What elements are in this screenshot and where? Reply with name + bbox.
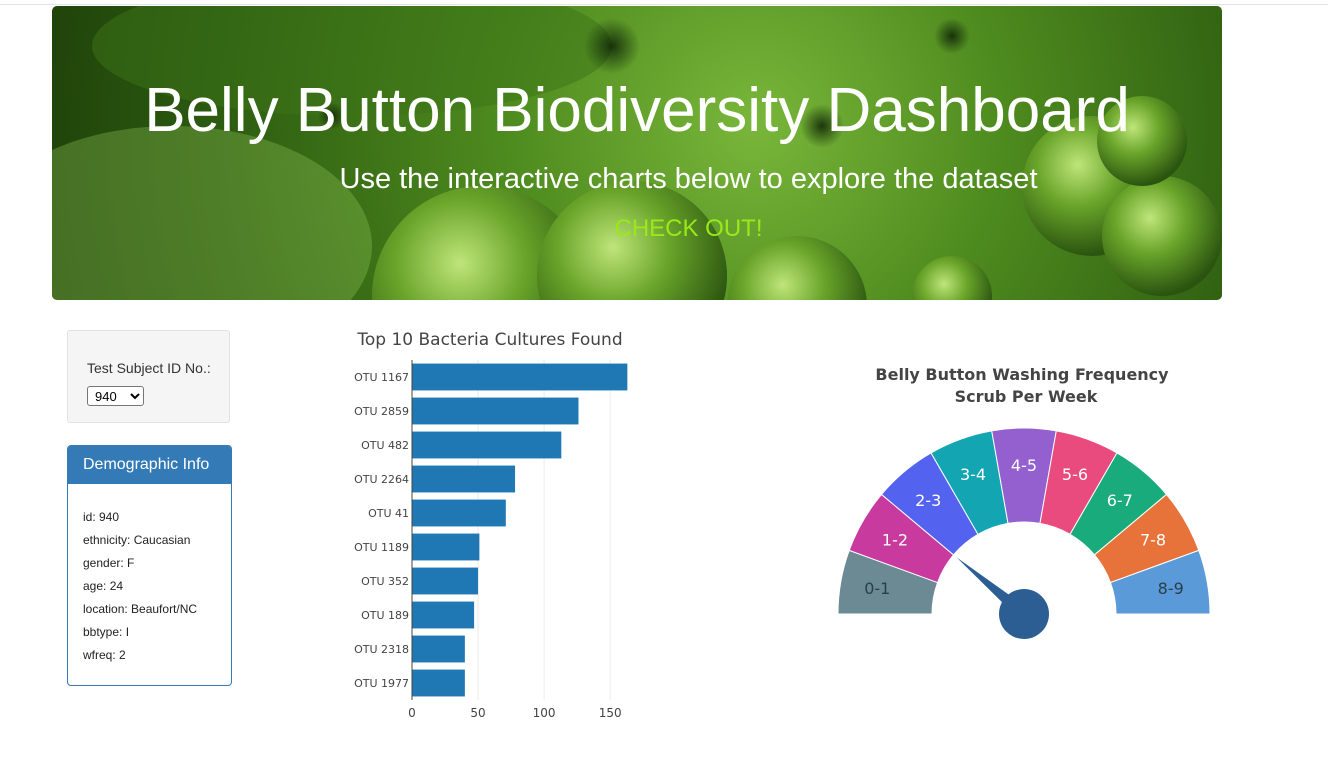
- gauge-title: Belly Button Washing Frequency: [875, 365, 1169, 384]
- demographic-bbtype: bbtype: I: [83, 625, 130, 639]
- header-banner: Belly Button Biodiversity Dashboard Use …: [52, 6, 1222, 300]
- bacteria-background-image: [52, 6, 1222, 300]
- bar-chart-x-tick-label: 150: [599, 706, 622, 720]
- gauge-subtitle: Scrub Per Week: [955, 387, 1098, 406]
- bar-chart-x-tick-label: 0: [408, 706, 416, 720]
- gauge-segment-label: 0-1: [864, 579, 890, 598]
- bar-chart-y-tick-label: OTU 2264: [354, 473, 409, 486]
- demographic-info-body: id: 940 ethnicity: Caucasian gender: F a…: [68, 484, 231, 667]
- gauge-segment-label: 2-3: [915, 491, 941, 510]
- demographic-id: id: 940: [83, 510, 120, 524]
- bar-chart-y-tick-label: OTU 41: [368, 507, 409, 520]
- bar-chart-bar[interactable]: [412, 601, 475, 629]
- bar-chart-y-tick-label: OTU 1189: [354, 541, 409, 554]
- check-out-link[interactable]: CHECK OUT!: [52, 214, 1222, 244]
- bar-chart-x-tick-label: 100: [533, 706, 556, 720]
- bar-chart-bar[interactable]: [412, 465, 516, 493]
- demographic-gender: gender: F: [83, 556, 135, 570]
- demographic-age: age: 24: [83, 579, 124, 593]
- gauge-segment-label: 5-6: [1062, 465, 1088, 484]
- gauge-segment-label: 4-5: [1011, 456, 1037, 475]
- subject-id-select[interactable]: 940: [87, 386, 144, 406]
- bar-chart-y-tick-label: OTU 2318: [354, 643, 409, 656]
- gauge-segment-label: 3-4: [960, 465, 986, 484]
- bar-chart-bar[interactable]: [412, 669, 465, 697]
- bar-chart-bar[interactable]: [412, 363, 628, 391]
- subject-selector-panel: Test Subject ID No.: 940: [67, 330, 230, 423]
- page-title: Belly Button Biodiversity Dashboard: [144, 76, 1130, 145]
- subject-selector-label: Test Subject ID No.:: [87, 360, 211, 376]
- top-divider: [0, 4, 1328, 5]
- bar-chart-title: Top 10 Bacteria Cultures Found: [356, 330, 622, 350]
- gauge-segment-label: 6-7: [1107, 491, 1133, 510]
- bar-chart-y-tick-label: OTU 2859: [354, 405, 409, 418]
- bar-chart-bar[interactable]: [412, 635, 465, 663]
- gauge-segment-label: 8-9: [1158, 579, 1184, 598]
- bar-chart-bar[interactable]: [412, 397, 579, 425]
- demographic-info-panel: Demographic Info id: 940 ethnicity: Cauc…: [67, 445, 232, 686]
- demographic-ethnicity: ethnicity: Caucasian: [83, 533, 191, 547]
- bar-chart-y-tick-label: OTU 1167: [354, 371, 409, 384]
- bar-chart-bar[interactable]: [412, 499, 506, 527]
- demographic-wfreq: wfreq: 2: [83, 648, 126, 662]
- page-subtitle: Use the interactive charts below to expl…: [339, 163, 1038, 195]
- bar-chart-y-tick-label: OTU 1977: [354, 677, 409, 690]
- gauge-needle-hub: [999, 589, 1049, 639]
- bar-chart-y-tick-label: OTU 189: [361, 609, 409, 622]
- bar-chart-x-tick-label: 50: [470, 706, 485, 720]
- top-bacteria-bar-chart: Top 10 Bacteria Cultures Found 0 50 100 150 O…: [354, 330, 628, 720]
- washing-frequency-gauge: Belly Button Washing Frequency Scrub Per …: [837, 365, 1211, 639]
- gauge-segment-label: 7-8: [1140, 531, 1166, 550]
- bar-chart-bar[interactable]: [412, 431, 562, 459]
- bar-chart-bar[interactable]: [412, 533, 480, 561]
- bar-chart-bar[interactable]: [412, 567, 479, 595]
- bar-chart-y-tick-label: OTU 352: [361, 575, 409, 588]
- bar-chart-y-tick-label: OTU 482: [361, 439, 409, 452]
- demographic-info-heading: Demographic Info: [68, 446, 231, 484]
- demographic-location: location: Beaufort/NC: [83, 602, 198, 616]
- gauge-segment-label: 1-2: [882, 531, 908, 550]
